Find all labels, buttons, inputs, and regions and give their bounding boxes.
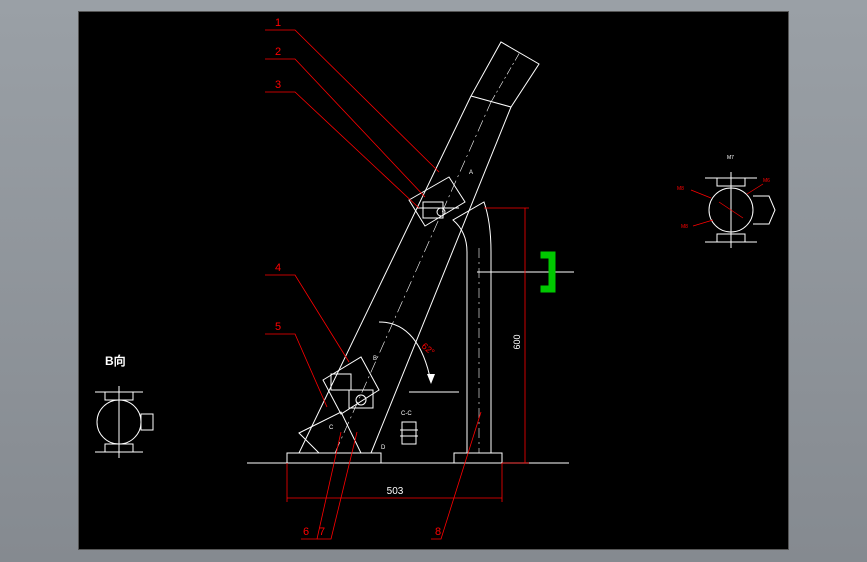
part-label-2: 2 <box>275 46 281 58</box>
inclined-tube <box>298 41 540 454</box>
annotation-a: A <box>469 170 473 176</box>
angle-indicator <box>378 321 459 393</box>
drawing-canvas[interactable]: 503 600 62° 1 2 3 4 5 6 7 8 A B C D C-C … <box>78 11 789 550</box>
part-label-1: 1 <box>275 17 281 29</box>
dimension-base-value: 503 <box>387 486 404 497</box>
detail-label-left: M8 <box>677 186 684 192</box>
section-marker-label: C-C <box>401 411 412 417</box>
right-base-plate <box>453 452 503 464</box>
cad-viewport[interactable]: 503 600 62° 1 2 3 4 5 6 7 8 A B C D C-C … <box>0 0 867 562</box>
dimension-angle-value: 62° <box>420 341 437 358</box>
support-post <box>452 201 574 453</box>
detail-label-right: M6 <box>763 178 770 184</box>
annotation-b: B <box>373 356 377 362</box>
part-label-3: 3 <box>275 79 281 91</box>
dimension-height-value: 600 <box>512 334 522 349</box>
section-detail <box>400 421 418 445</box>
annotation-d: D <box>381 445 386 451</box>
detail-label-bottom: M8 <box>681 224 688 230</box>
b-view-detail <box>95 386 154 458</box>
annotation-c: C <box>329 425 334 431</box>
part-labels: 1 2 3 4 5 6 7 8 <box>275 17 441 538</box>
upper-clamp <box>408 176 466 227</box>
part-label-5: 5 <box>275 321 281 333</box>
part-label-4: 4 <box>275 262 281 274</box>
technical-drawing: 503 600 62° 1 2 3 4 5 6 7 8 A B C D C-C … <box>95 17 776 540</box>
part-label-6: 6 <box>303 526 309 538</box>
part-label-8: 8 <box>435 526 441 538</box>
part-label-7: 7 <box>319 526 325 538</box>
detail-label-top: M7 <box>727 155 734 161</box>
b-view-title: B向 <box>105 353 126 368</box>
